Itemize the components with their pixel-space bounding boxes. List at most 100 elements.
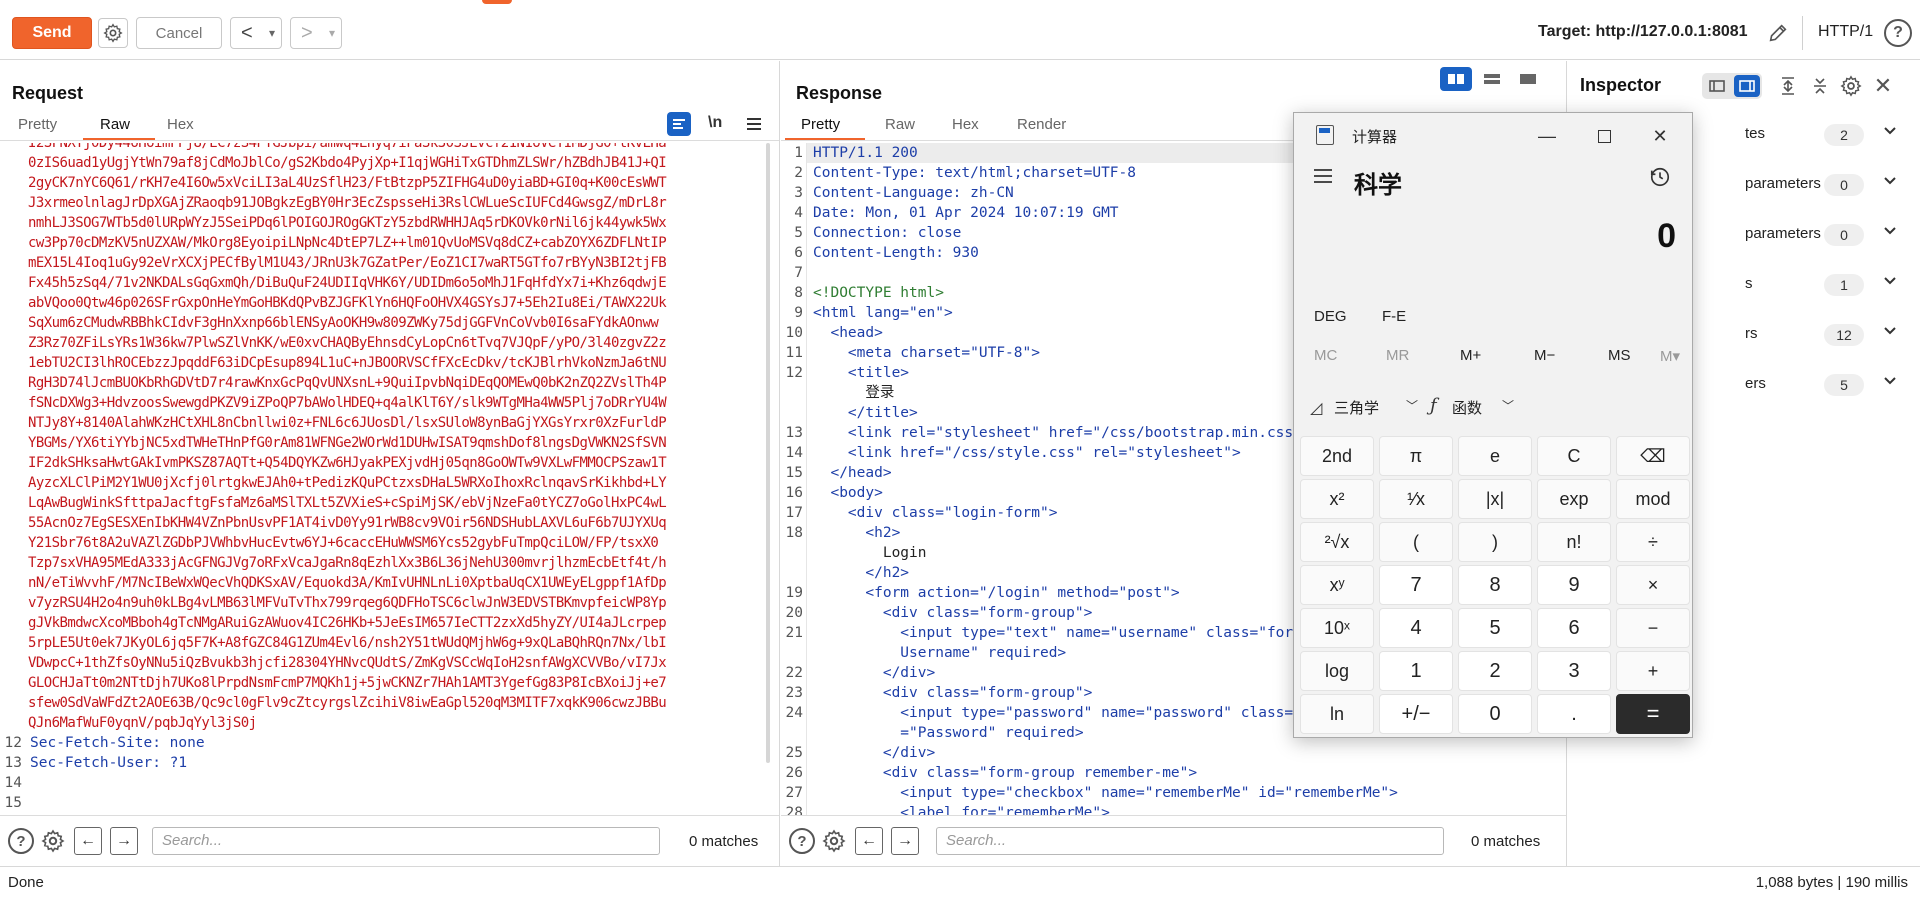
calculator-memory-button[interactable]: M+ [1460,347,1481,364]
response-tab-hex[interactable]: Hex [952,116,979,133]
calculator-key[interactable]: − [1616,608,1690,648]
chevron-down-icon [1882,323,1902,343]
calculator-key[interactable]: π [1379,436,1453,476]
request-pretty-print-icon[interactable] [667,112,691,136]
calculator-key[interactable]: = [1616,694,1690,734]
request-tab-hex[interactable]: Hex [167,116,194,133]
calculator-key[interactable]: 1 [1379,651,1453,691]
calculator-history-icon[interactable] [1646,163,1674,191]
calculator-key[interactable]: mod [1616,479,1690,519]
calculator-key[interactable]: × [1616,565,1690,605]
calculator-key[interactable]: 4 [1379,608,1453,648]
calculator-key[interactable]: 5 [1458,608,1532,648]
calculator-key[interactable]: ( [1379,522,1453,562]
calculator-key[interactable]: ln [1300,694,1374,734]
calculator-memory-button[interactable]: MR [1386,347,1409,364]
calculator-func-label: 函数 [1452,400,1483,417]
request-body-line: IF2dkSHksaHwtGAkIvmPKSZ87AQTt+Q54DQYKZw6… [28,455,667,471]
request-search-next-arrow-icon[interactable]: → [110,827,138,855]
calculator-key[interactable]: n! [1537,522,1611,562]
request-menu-icon[interactable] [744,113,764,135]
cancel-button[interactable]: Cancel [136,17,222,49]
calculator-key[interactable]: 10ˣ [1300,608,1374,648]
calculator-key[interactable]: 2 [1458,651,1532,691]
response-search-prev-arrow-icon[interactable]: ← [855,827,883,855]
response-code-line: <link href="/css/style.css" rel="stylesh… [813,445,1241,461]
inspector-close-icon[interactable]: ✕ [1870,73,1896,99]
calculator-key[interactable]: ¹⁄x [1379,479,1453,519]
calculator-memory-button[interactable]: M− [1534,347,1555,364]
response-code-line: Content-Type: text/html;charset=UTF-8 [813,165,1137,181]
inspector-expand-all-icon[interactable] [1776,74,1800,98]
calculator-key[interactable]: ²√x [1300,522,1374,562]
calculator-memory-button[interactable]: M▾ [1660,347,1680,365]
calculator-key[interactable]: 3 [1537,651,1611,691]
response-search-next-arrow-icon[interactable]: → [891,827,919,855]
response-search-input[interactable]: Search... [936,827,1444,855]
calculator-key[interactable]: C [1537,436,1611,476]
calculator-nav-menu-icon[interactable] [1310,163,1336,189]
calculator-key[interactable]: ⌫ [1616,436,1690,476]
response-search-help-icon[interactable]: ? [789,828,815,854]
request-line-number: 14 [4,775,22,791]
calculator-key[interactable]: exp [1537,479,1611,519]
inspector-section-count-badge: 2 [1824,124,1864,146]
response-line-number: 26 [785,765,803,781]
help-icon[interactable]: ? [1884,19,1912,47]
calculator-key[interactable]: 7 [1379,565,1453,605]
response-code-line: <h2> [813,525,901,541]
layout-side-by-side-icon[interactable] [1440,67,1472,91]
calculator-memory-button[interactable]: MS [1608,347,1631,364]
response-tab-pretty[interactable]: Pretty [801,116,840,133]
calculator-key[interactable]: 9 [1537,565,1611,605]
calculator-key[interactable]: xʸ [1300,565,1374,605]
calculator-key[interactable]: x² [1300,479,1374,519]
inspector-layout-left-icon[interactable] [1704,75,1730,97]
request-search-settings-gear-icon[interactable] [39,827,67,855]
history-back-button[interactable]: < ▾ [230,17,282,49]
response-tab-raw[interactable]: Raw [885,116,915,133]
send-button[interactable]: Send [12,17,92,49]
calculator-key[interactable]: +/− [1379,694,1453,734]
calculator-key[interactable]: . [1537,694,1611,734]
history-forward-button[interactable]: > ▾ [290,17,342,49]
calculator-key[interactable]: log [1300,651,1374,691]
calculator-key[interactable]: 0 [1458,694,1532,734]
calculator-maximize-icon[interactable] [1589,121,1619,151]
edit-target-pencil-icon[interactable] [1765,20,1791,46]
request-tab-pretty[interactable]: Pretty [18,116,57,133]
calculator-key[interactable]: ÷ [1616,522,1690,562]
inspector-collapse-all-icon[interactable] [1808,74,1832,98]
inspector-layout-right-icon[interactable] [1734,75,1760,97]
calculator-close-icon[interactable]: ✕ [1645,121,1675,151]
http-version-selector[interactable]: HTTP/1 [1818,23,1873,41]
calculator-key[interactable]: 6 [1537,608,1611,648]
calculator-key[interactable]: 8 [1458,565,1532,605]
settings-gear-icon[interactable] [98,18,128,48]
request-search-prev-arrow-icon[interactable]: ← [74,827,102,855]
calculator-memory-button[interactable]: MC [1314,347,1337,364]
inspector-settings-gear-icon[interactable] [1838,73,1864,99]
calculator-key[interactable]: ) [1458,522,1532,562]
request-raw-editor[interactable]: I2SFNXTj0Dy44oHoimFFj8/EC7zS4PTGJbpi/amw… [0,143,770,815]
layout-tabs-icon[interactable] [1512,67,1544,91]
response-tab-render[interactable]: Render [1017,116,1066,133]
request-scrollbar[interactable] [766,143,770,763]
request-search-input[interactable]: Search... [152,827,660,855]
layout-stacked-icon[interactable] [1476,67,1508,91]
calculator-fe-button[interactable]: F-E [1382,308,1406,325]
response-search-settings-gear-icon[interactable] [820,827,848,855]
calculator-minimize-icon[interactable]: — [1532,121,1562,151]
calculator-angle-unit-button[interactable]: DEG [1314,308,1347,325]
request-search-help-icon[interactable]: ? [8,828,34,854]
calculator-key[interactable]: |x| [1458,479,1532,519]
target-label: Target: http://127.0.0.1:8081 [1538,23,1748,40]
request-newline-toggle[interactable]: \n [708,114,722,132]
request-tab-raw[interactable]: Raw [100,116,130,133]
calculator-key[interactable]: + [1616,651,1690,691]
calculator-key[interactable]: 2nd [1300,436,1374,476]
response-line-number: 14 [785,445,803,461]
function-icon: ƒ [1430,395,1437,416]
response-line-number [781,643,803,663]
calculator-key[interactable]: e [1458,436,1532,476]
